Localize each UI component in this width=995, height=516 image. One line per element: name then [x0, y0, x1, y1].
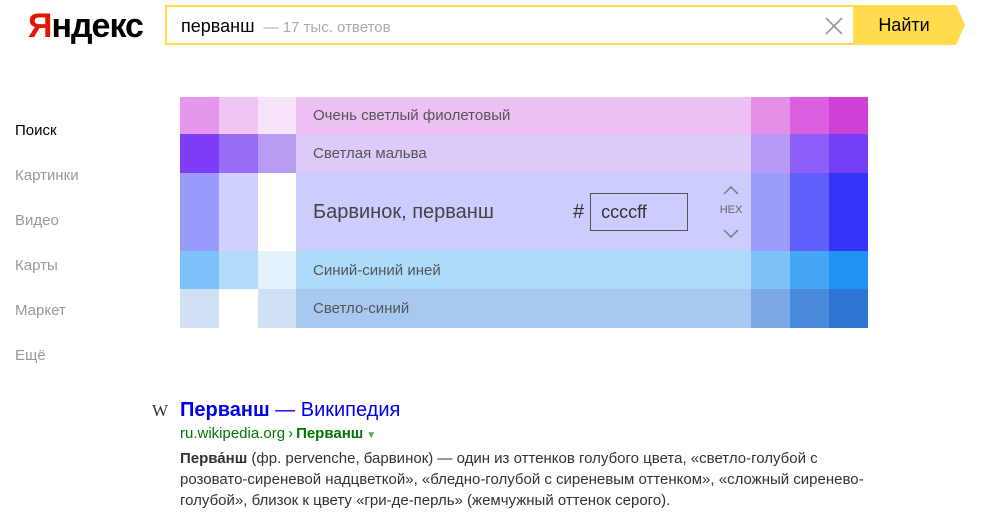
clear-icon[interactable] — [823, 15, 845, 37]
nav-item-market[interactable]: Маркет — [15, 288, 79, 333]
hex-input[interactable] — [590, 193, 689, 231]
swatch[interactable] — [258, 251, 296, 289]
color-name: Очень светлый фиолетовый — [313, 107, 511, 124]
swatch[interactable] — [219, 251, 258, 289]
color-palette-widget: Очень светлый фиолетовый Светлая мальва … — [180, 97, 868, 328]
result-domain-link[interactable]: ru.wikipedia.org — [180, 425, 285, 442]
swatch[interactable] — [180, 134, 219, 173]
swatch[interactable] — [751, 289, 790, 328]
chevron-up-icon[interactable] — [723, 185, 739, 195]
caret-down-icon[interactable]: ▼ — [366, 430, 376, 441]
swatch[interactable] — [219, 289, 258, 328]
swatch[interactable] — [258, 173, 296, 251]
swatch[interactable] — [751, 134, 790, 173]
swatch[interactable] — [180, 289, 219, 328]
nav-item-video[interactable]: Видео — [15, 198, 79, 243]
color-name: Светлая мальва — [313, 145, 427, 162]
swatch[interactable] — [219, 97, 258, 134]
swatch[interactable] — [790, 251, 829, 289]
swatch[interactable] — [180, 97, 219, 134]
swatch[interactable] — [258, 97, 296, 134]
swatch[interactable] — [790, 173, 829, 251]
swatch[interactable] — [180, 251, 219, 289]
palette-row: Светло-синий — [180, 289, 868, 328]
color-name: Синий-синий иней — [313, 261, 441, 279]
breadcrumb-separator: › — [288, 425, 294, 442]
swatch[interactable] — [219, 173, 258, 251]
selected-color-name: Барвинок, перванш — [313, 200, 494, 223]
swatch[interactable] — [258, 289, 296, 328]
format-switcher: HEX — [716, 173, 746, 251]
color-name-row[interactable]: Светлая мальва — [296, 134, 751, 173]
result-snippet: Перва́нш (фр. pervenche, барвинок) — оди… — [180, 448, 880, 511]
snippet-text: (фр. pervenche, барвинок) — один из отте… — [180, 450, 864, 509]
format-label: HEX — [719, 204, 743, 216]
chevron-down-icon[interactable] — [723, 229, 739, 239]
sidebar-nav: Поиск Картинки Видео Карты Маркет Ещё — [15, 108, 79, 378]
swatch[interactable] — [219, 134, 258, 173]
search-query-text[interactable]: перванш — 17 тыс. ответов — [181, 7, 391, 47]
result-title-link[interactable]: Перванш — Википедия — [180, 397, 400, 423]
search-results-count: — 17 тыс. ответов — [263, 19, 391, 36]
palette-row-selected: Барвинок, перванш # HEX — [180, 173, 868, 251]
search-result: Перванш — Википедия ru.wikipedia.org › Пер… — [180, 397, 880, 511]
swatch[interactable] — [180, 173, 219, 251]
result-title-bold: Перванш — [180, 399, 270, 421]
color-name-row[interactable]: Очень светлый фиолетовый — [296, 97, 751, 134]
swatch[interactable] — [790, 134, 829, 173]
logo-text: ндекс — [51, 7, 144, 45]
snippet-bold: Перва́нш — [180, 450, 248, 467]
color-name-row[interactable]: Светло-синий — [296, 289, 751, 328]
color-name-row[interactable]: Синий-синий иней — [296, 251, 751, 289]
swatch[interactable] — [790, 97, 829, 134]
nav-item-more[interactable]: Ещё — [15, 333, 79, 378]
swatch[interactable] — [829, 134, 868, 173]
nav-item-images[interactable]: Картинки — [15, 153, 79, 198]
logo-letter: Я — [28, 7, 52, 45]
search-button[interactable]: Найти — [855, 5, 965, 45]
swatch[interactable] — [751, 251, 790, 289]
palette-row: Светлая мальва — [180, 134, 868, 173]
swatch[interactable] — [258, 134, 296, 173]
result-title-rest: — Википедия — [269, 399, 401, 421]
hash-label: # — [573, 200, 585, 223]
result-breadcrumb-link[interactable]: Перванш — [296, 425, 363, 442]
swatch[interactable] — [829, 97, 868, 134]
result-url: ru.wikipedia.org › Перванш ▼ — [180, 424, 880, 446]
color-name: Светло-синий — [313, 300, 410, 317]
nav-item-maps[interactable]: Карты — [15, 243, 79, 288]
yandex-logo[interactable]: Яндекс — [28, 6, 144, 46]
palette-row: Синий-синий иней — [180, 251, 868, 289]
swatch[interactable] — [751, 173, 790, 251]
swatch[interactable] — [790, 289, 829, 328]
hex-field: # — [573, 173, 689, 251]
search-query: перванш — [181, 16, 255, 36]
swatch[interactable] — [829, 173, 868, 251]
swatch[interactable] — [829, 251, 868, 289]
swatch[interactable] — [751, 97, 790, 134]
palette-row: Очень светлый фиолетовый — [180, 97, 868, 134]
nav-item-search[interactable]: Поиск — [15, 108, 79, 153]
wikipedia-icon: W — [152, 401, 169, 420]
search-input[interactable]: перванш — 17 тыс. ответов — [165, 5, 855, 45]
swatch[interactable] — [829, 289, 868, 328]
selected-color-row: Барвинок, перванш # HEX — [296, 173, 751, 251]
